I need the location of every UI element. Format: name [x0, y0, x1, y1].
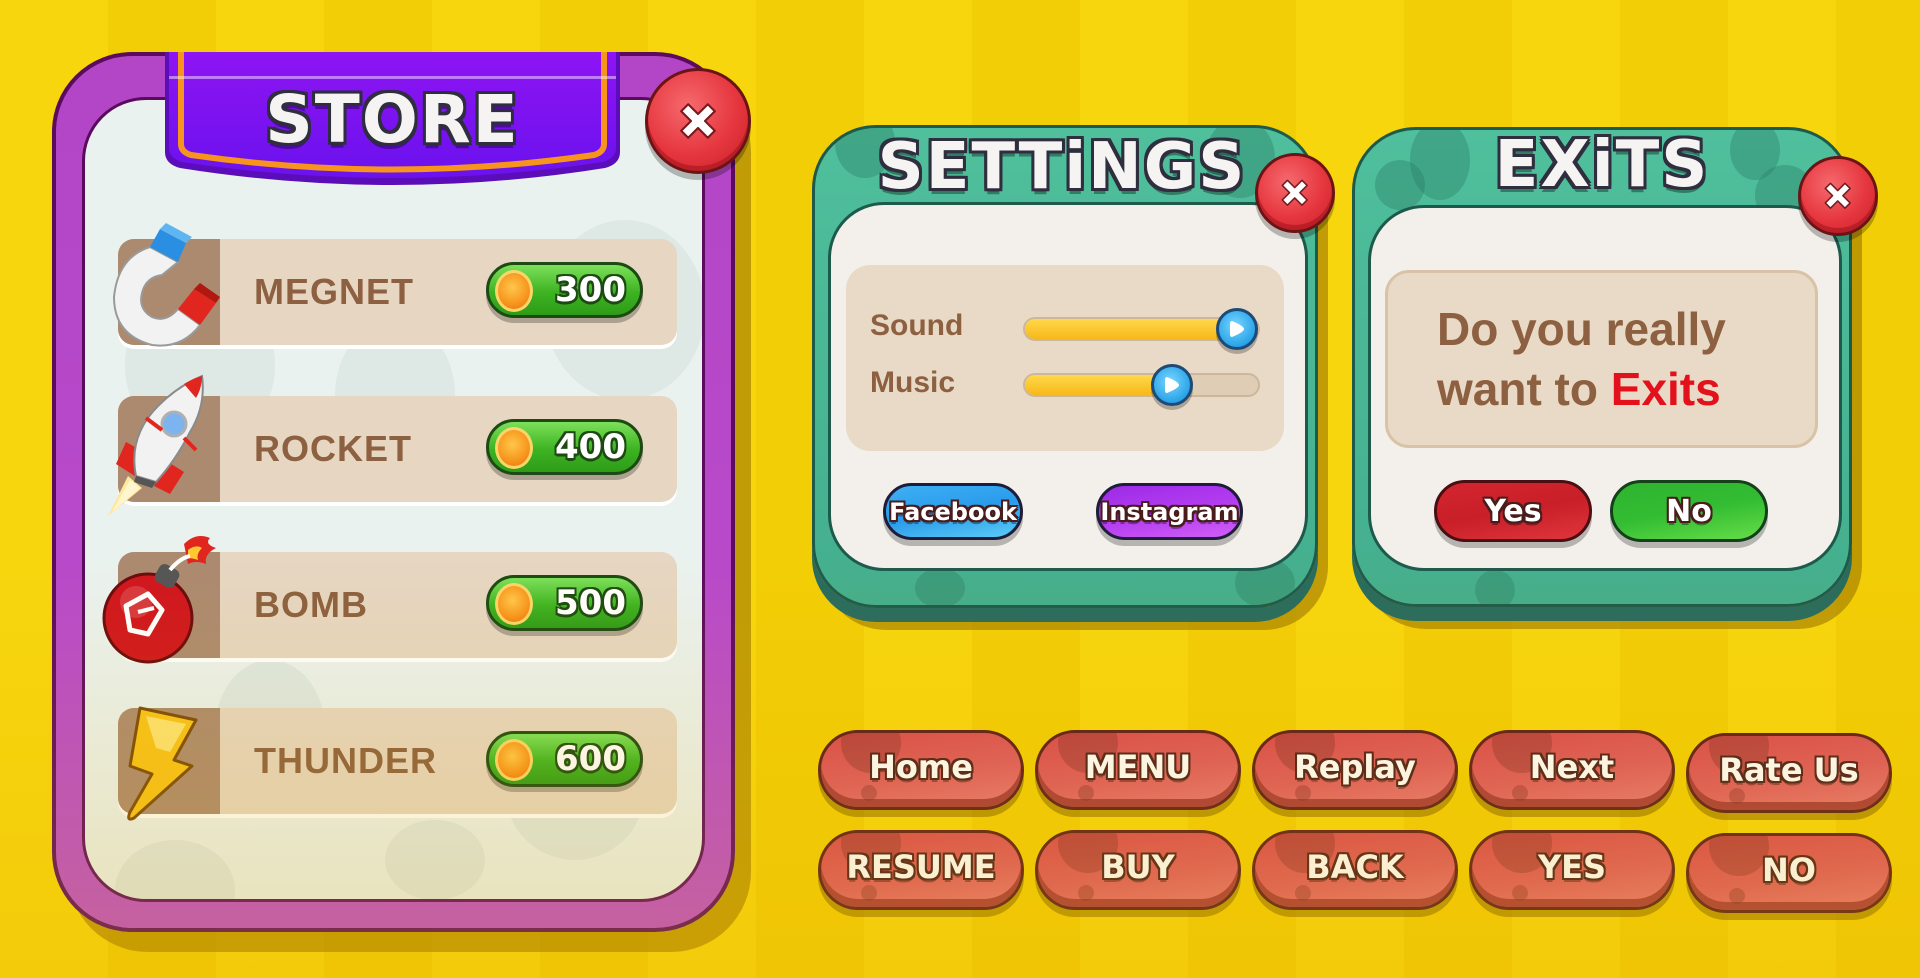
- gold-coin-icon: [495, 427, 533, 469]
- facebook-button-label: Facebook: [889, 497, 1017, 526]
- yes-button-label: YES: [1537, 848, 1607, 886]
- menu-button-label: MENU: [1084, 748, 1192, 786]
- close-x-icon: [1824, 182, 1852, 210]
- play-triangle-icon: [1230, 321, 1245, 337]
- buy-price-button[interactable]: 400: [486, 419, 643, 475]
- yes-button[interactable]: YES: [1469, 830, 1675, 910]
- store-item-name: MEGNET: [254, 271, 415, 312]
- exit-message-line2: want to Exits: [1437, 359, 1818, 419]
- item-price: 400: [555, 427, 626, 467]
- menu-button[interactable]: MENU: [1035, 730, 1241, 810]
- no-button-label: NO: [1762, 851, 1816, 889]
- close-x-icon: [680, 103, 716, 139]
- store-item-name: THUNDER: [254, 740, 437, 781]
- rate-us-button[interactable]: Rate Us: [1686, 733, 1892, 813]
- exits-title: EXiTS: [1494, 128, 1710, 202]
- gold-coin-icon: [495, 583, 533, 625]
- resume-button[interactable]: RESUME: [818, 830, 1024, 910]
- settings-title: SETTiNGS: [877, 130, 1247, 204]
- buy-button[interactable]: BUY: [1035, 830, 1241, 910]
- music-slider-knob[interactable]: [1150, 364, 1193, 406]
- rocket-icon: [108, 374, 204, 516]
- play-triangle-icon: [1164, 377, 1179, 393]
- instagram-button[interactable]: Instagram: [1096, 483, 1243, 540]
- sound-label: Sound: [870, 309, 964, 342]
- music-label: Music: [870, 366, 956, 399]
- resume-button-label: RESUME: [846, 848, 996, 886]
- next-button[interactable]: Next: [1469, 730, 1675, 810]
- exit-yes-button[interactable]: Yes: [1434, 480, 1592, 542]
- instagram-button-label: Instagram: [1100, 497, 1239, 526]
- lightning-icon: [127, 706, 198, 821]
- rate-us-button-label: Rate Us: [1719, 751, 1859, 789]
- item-price: 500: [555, 583, 626, 623]
- settings-close-button[interactable]: [1255, 153, 1335, 233]
- store-close-button[interactable]: [645, 68, 751, 174]
- no-button[interactable]: NO: [1686, 833, 1892, 913]
- exit-message-line1: Do you really: [1437, 303, 1726, 355]
- exit-message-highlight: Exits: [1610, 363, 1721, 415]
- sound-slider-knob[interactable]: [1216, 308, 1259, 350]
- store-title: STORE: [265, 81, 520, 158]
- gold-coin-icon: [495, 739, 533, 781]
- exit-no-label: No: [1666, 493, 1712, 529]
- store-item-name: BOMB: [254, 584, 368, 625]
- store-item-row: BOMB 500: [102, 536, 677, 664]
- buy-price-button[interactable]: 600: [486, 731, 643, 787]
- gold-coin-icon: [495, 270, 533, 312]
- home-button[interactable]: Home: [818, 730, 1024, 810]
- back-button-label: BACK: [1306, 848, 1404, 886]
- store-item-row: THUNDER 600: [118, 706, 677, 821]
- close-x-icon: [1281, 179, 1309, 207]
- buy-price-button[interactable]: 500: [486, 575, 643, 631]
- music-slider-fill: [1025, 375, 1172, 395]
- buy-button-label: BUY: [1101, 848, 1175, 886]
- store-item-row: MEGNET 300: [112, 223, 677, 347]
- buy-price-button[interactable]: 300: [486, 262, 643, 318]
- replay-button-label: Replay: [1294, 748, 1416, 786]
- item-price: 600: [555, 739, 626, 779]
- home-button-label: Home: [869, 748, 973, 786]
- exit-yes-label: Yes: [1484, 493, 1542, 529]
- store-item-row: ROCKET 400: [108, 374, 677, 516]
- settings-audio-box: [846, 265, 1284, 451]
- music-slider[interactable]: [1023, 364, 1260, 406]
- magnet-icon: [112, 223, 220, 347]
- store-item-name: ROCKET: [254, 428, 412, 469]
- sound-slider[interactable]: [1023, 308, 1260, 350]
- facebook-button[interactable]: Facebook: [883, 483, 1023, 540]
- exit-message: Do you really want to Exits: [1385, 270, 1818, 448]
- sound-slider-fill: [1025, 319, 1238, 339]
- exit-message-prefix: want to: [1437, 363, 1611, 415]
- bomb-icon: [102, 536, 216, 664]
- replay-button[interactable]: Replay: [1252, 730, 1458, 810]
- back-button[interactable]: BACK: [1252, 830, 1458, 910]
- item-price: 300: [555, 270, 626, 310]
- exits-close-button[interactable]: [1798, 156, 1878, 236]
- next-button-label: Next: [1529, 748, 1615, 786]
- exit-no-button[interactable]: No: [1610, 480, 1768, 542]
